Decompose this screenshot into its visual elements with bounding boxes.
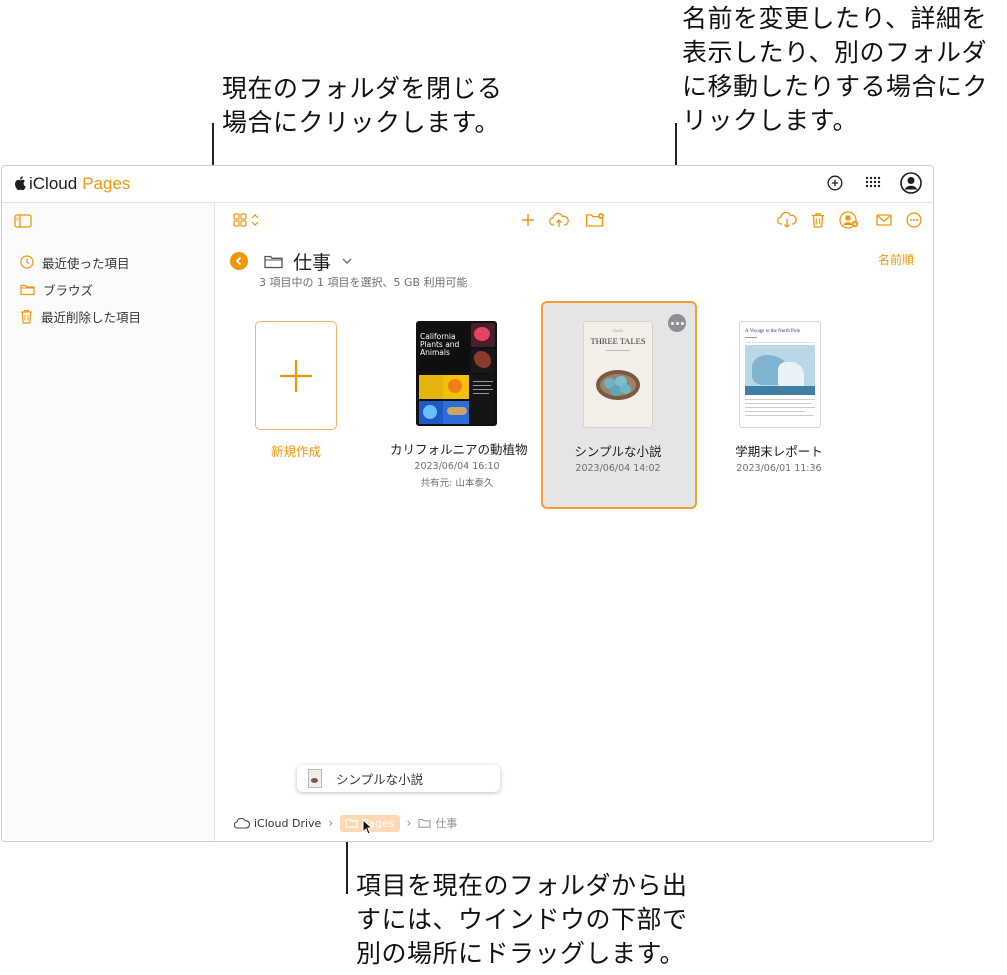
- mail-icon[interactable]: [873, 210, 895, 230]
- account-icon[interactable]: [899, 171, 923, 195]
- callout-drag-out: 項目を現在のフォルダから出 すには、ウインドウの下部で 別の場所にドラッグします…: [356, 871, 688, 968]
- sidebar-toggle-icon[interactable]: [14, 213, 32, 232]
- document-card[interactable]: A Voyage to the North Pole 学期末レポート 2023/…: [712, 321, 846, 474]
- new-document-icon[interactable]: [517, 210, 539, 230]
- breadcrumb: iCloud Drive › Pages › 仕事: [234, 812, 457, 834]
- thumbnail-title: THREE TALES: [590, 336, 646, 346]
- upload-icon[interactable]: [548, 210, 570, 230]
- thumbnail-title: California Plants and Animals: [420, 332, 460, 357]
- folder-title[interactable]: 仕事: [293, 248, 331, 275]
- document-card[interactable]: California Plants and Animals カリフォルニアの動植…: [390, 321, 528, 489]
- new-document-tile[interactable]: [255, 321, 337, 430]
- drag-preview-thumbnail: [308, 769, 322, 788]
- document-shared-by: 共有元: 山本泰久: [420, 478, 494, 489]
- thumbnail-title: A Voyage to the North Pole: [745, 329, 800, 334]
- document-thumbnail[interactable]: TALES THREE TALES: [583, 321, 653, 428]
- cloud-icon: [234, 817, 250, 829]
- brand-pages: Pages: [82, 174, 131, 193]
- app-window: iCloud Pages 最近使った項目 ブラウズ 最近削除した項目 仕事 名前…: [1, 165, 934, 842]
- document-name: 学期末レポート: [735, 444, 823, 459]
- thumbnail-small-label: TALES: [612, 329, 624, 333]
- delete-icon[interactable]: [807, 210, 829, 230]
- back-button[interactable]: [230, 252, 248, 270]
- new-document-label: 新規作成: [270, 444, 321, 459]
- document-name: カリフォルニアの動植物: [390, 442, 528, 457]
- breadcrumb-separator-icon: ›: [406, 816, 412, 830]
- document-name: シンプルな小説: [574, 444, 662, 459]
- sidebar-item-browse[interactable]: ブラウズ: [20, 278, 93, 300]
- folder-header: 仕事: [230, 246, 353, 276]
- clock-icon: [20, 255, 34, 269]
- app-grid-icon[interactable]: [861, 171, 885, 195]
- folder-icon: [418, 818, 431, 828]
- download-icon[interactable]: [776, 210, 798, 230]
- breadcrumb-current[interactable]: 仕事: [418, 815, 457, 831]
- app-brand: iCloud Pages: [14, 174, 130, 194]
- mouse-cursor-icon: [362, 819, 374, 835]
- breadcrumb-root[interactable]: iCloud Drive: [254, 817, 321, 830]
- brand-icloud: iCloud: [29, 174, 78, 193]
- chevron-down-icon[interactable]: [341, 257, 353, 265]
- trash-icon: [21, 309, 32, 324]
- document-date: 2023/06/04 16:10: [414, 461, 500, 472]
- sidebar: 最近使った項目 ブラウズ 最近削除した項目: [2, 203, 215, 841]
- toolbar: [215, 203, 933, 237]
- new-folder-icon[interactable]: [584, 210, 606, 230]
- folder-icon: [20, 284, 35, 295]
- folder-icon: [264, 255, 283, 268]
- document-thumbnail[interactable]: A Voyage to the North Pole: [739, 321, 821, 428]
- sidebar-item-label: ブラウズ: [43, 282, 94, 298]
- sidebar-item-recents[interactable]: 最近使った項目: [20, 251, 130, 273]
- document-date: 2023/06/01 11:36: [736, 463, 822, 474]
- callout-more-actions: 名前を変更したり、詳細を 表示したり、別のフォルダ に移動したりする場合にク リ…: [682, 4, 989, 135]
- more-options-icon[interactable]: [668, 314, 686, 332]
- sidebar-item-label: 最近削除した項目: [41, 309, 142, 325]
- breadcrumb-current-label: 仕事: [435, 817, 458, 830]
- add-circle-icon[interactable]: [823, 171, 847, 195]
- sidebar-item-recently-deleted[interactable]: 最近削除した項目: [20, 305, 141, 327]
- new-document-card[interactable]: 新規作成: [246, 321, 346, 460]
- document-date: 2023/06/04 14:02: [575, 463, 661, 474]
- view-mode-icon[interactable]: [231, 210, 263, 230]
- drag-preview: シンプルな小説: [297, 765, 500, 792]
- callout-close-folder: 現在のフォルダを閉じる 場合にクリックします。: [222, 74, 503, 137]
- chevron-left-icon: [235, 256, 242, 266]
- document-thumbnail[interactable]: California Plants and Animals: [416, 321, 497, 426]
- document-card-selected[interactable]: TALES THREE TALES シンプルな小説 2023/06/04 14:…: [551, 321, 685, 474]
- apple-logo-icon: [14, 175, 26, 194]
- folder-icon: [345, 818, 358, 828]
- plus-icon: [280, 359, 312, 392]
- collaborate-icon[interactable]: [838, 210, 860, 230]
- top-right-controls: [823, 171, 923, 195]
- drag-preview-label: シンプルな小説: [336, 772, 424, 787]
- more-options-icon[interactable]: [903, 210, 925, 230]
- folder-status: 3 項目中の 1 項目を選択、5 GB 利用可能: [259, 276, 468, 289]
- sidebar-item-label: 最近使った項目: [42, 255, 130, 271]
- sort-button[interactable]: 名前順: [878, 251, 914, 268]
- top-bar: iCloud Pages: [2, 166, 933, 203]
- breadcrumb-separator-icon: ›: [328, 816, 334, 830]
